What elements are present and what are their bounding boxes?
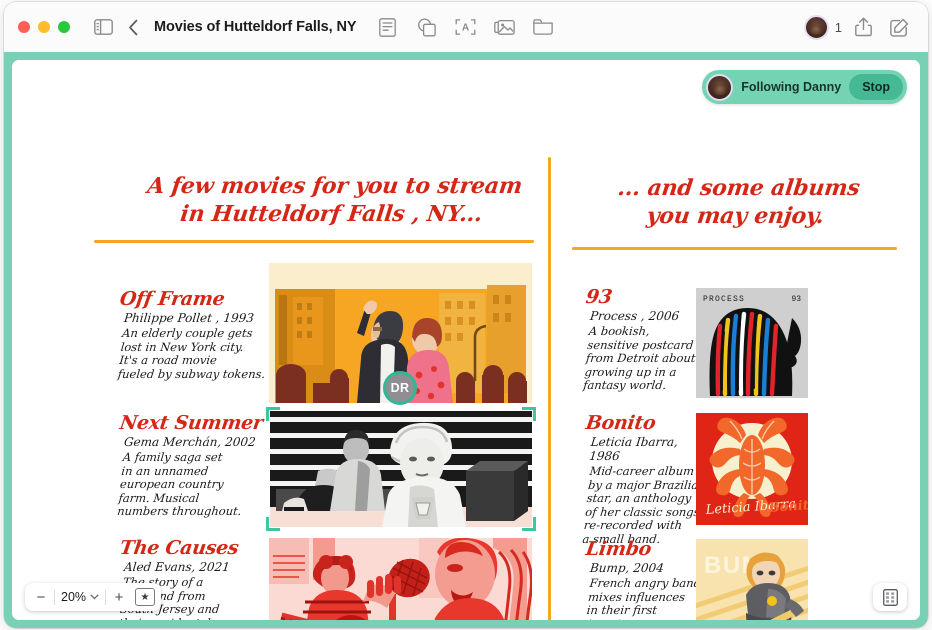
folder-icon[interactable] [528,12,558,42]
album-description: A bookish, sensitive postcard from Detro… [582,324,697,393]
compose-icon[interactable] [884,12,914,42]
album-cover[interactable]: PROCESS 93 [696,288,808,398]
zoom-level-value: 20% [61,590,87,604]
album-entry[interactable]: 93 Process , 2006 A bookish, sensitive p… [582,286,702,393]
following-label: Following Danny [741,80,842,94]
left-section-heading: A few movies for you to stream in Huttel… [145,173,524,228]
following-collaborator-pill: Following Danny Stop [702,70,907,104]
collaborator-count: 1 [834,19,842,35]
movie-description: An elderly couple gets lost in New York … [117,326,266,381]
app-window: Movies of Hutteldorf Falls, NY A 1 Follo… [4,2,928,628]
resize-handle-bottom-left[interactable] [266,517,280,531]
page-thumbnails-button[interactable] [873,583,907,611]
media-icon[interactable] [489,12,519,42]
maximize-window-button[interactable] [58,21,70,33]
album-description: French angry band mixes influences in th… [585,576,702,620]
zoom-control-bar: − 20% + ★ [25,583,162,611]
album-credit: Leticia Ibarra, 1986 [588,435,679,463]
album-cover[interactable]: BUMP LIMBO [696,539,808,620]
album-cover-title: Bonito [767,498,808,516]
sidebar-icon[interactable] [88,12,118,42]
album-cover[interactable]: Leticia Ibarra Bonito [696,413,808,525]
canvas-area[interactable]: Following Danny Stop A few movies for yo… [4,52,928,628]
movie-credit: Philippe Pollet , 1993 [123,311,255,325]
collaborator-avatar[interactable] [803,14,829,40]
collaborator-cursor-badge: DR [383,371,417,405]
album-description: Mid-career album by a major Brazilian st… [581,464,707,546]
text-box-icon[interactable]: A [450,12,480,42]
movie-entry[interactable]: Next Summer Gema Merchán, 2002 A family … [116,412,270,519]
zoom-out-button[interactable]: − [28,585,54,609]
resize-handle-top-right[interactable] [522,407,536,421]
movie-credit: Gema Merchán, 2002 [123,435,257,449]
album-entry[interactable]: Limbo Bump, 2004 French angry band mixes… [584,538,704,620]
album-credit: Bump, 2004 [589,561,665,575]
album-title: Bonito [584,412,657,434]
movie-title: Off Frame [118,288,227,310]
document-title: Movies of Hutteldorf Falls, NY [154,19,357,35]
zoom-level-dropdown[interactable]: 20% [55,590,105,604]
right-section-heading: ... and some albums you may enjoy. [616,175,862,230]
movie-description: A family saga set in an unnamed european… [116,450,243,519]
toolbar-tools: A [372,12,558,42]
resize-handle-bottom-right[interactable] [522,517,536,531]
movie-title: The Causes [118,537,240,559]
following-avatar [706,73,734,101]
document-canvas[interactable]: Following Danny Stop A few movies for yo… [12,60,920,620]
format-icon[interactable] [372,12,402,42]
movie-title: Next Summer [118,412,265,434]
movie-credit: Aled Evans, 2021 [123,560,231,574]
left-heading-rule [94,240,534,243]
movie-entry[interactable]: Off Frame Philippe Pollet , 1993 An elde… [117,288,268,381]
svg-text:A: A [462,23,469,34]
window-titlebar: Movies of Hutteldorf Falls, NY A 1 [4,2,928,52]
stop-following-button[interactable]: Stop [849,74,903,100]
right-heading-rule [572,247,897,250]
movie-image[interactable] [269,538,532,620]
album-title: Limbo [584,538,653,560]
share-icon[interactable] [848,12,878,42]
album-credit: Process , 2006 [589,309,680,323]
album-entry[interactable]: Bonito Leticia Ibarra, 1986 Mid-career a… [582,412,707,546]
album-cover-label-left: PROCESS [703,295,745,304]
star-in-box-icon[interactable]: ★ [135,588,156,606]
back-chevron-icon[interactable] [118,12,148,42]
zoom-in-button[interactable]: + [106,585,132,609]
shapes-icon[interactable] [411,12,441,42]
resize-handle-top-left[interactable] [266,407,280,421]
album-cover-label-right: 93 [791,295,801,304]
column-divider-rule [548,157,551,620]
album-title: 93 [584,286,614,308]
traffic-light-controls [18,21,70,33]
close-window-button[interactable] [18,21,30,33]
image-selection-handles[interactable] [266,407,536,531]
page-thumbnails-icon [882,588,898,606]
minimize-window-button[interactable] [38,21,50,33]
toolbar-right-group: 1 [803,12,914,42]
chevron-down-icon [90,594,99,600]
